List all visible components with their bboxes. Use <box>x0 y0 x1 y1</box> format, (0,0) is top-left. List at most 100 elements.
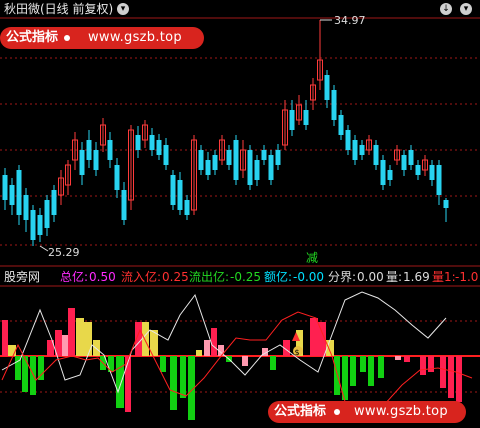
candle <box>156 134 162 160</box>
indicator-bar <box>160 356 166 372</box>
candle <box>443 198 449 222</box>
watermark-top: 公式指标 www.gszb.top <box>0 27 204 49</box>
candle <box>93 142 99 176</box>
svg-text:$: $ <box>295 348 300 357</box>
indicator-bar <box>334 356 340 395</box>
candle <box>275 144 281 170</box>
indicator-bar <box>142 322 149 356</box>
candle <box>282 100 288 150</box>
boundary-label: 分界: <box>328 270 357 284</box>
chart-canvas: 34.97 25.29 减 $ <box>0 14 480 420</box>
amount-label: 额亿: <box>264 270 293 284</box>
indicator-bar <box>420 356 426 375</box>
candle <box>310 78 316 110</box>
indicator-bar <box>448 356 454 398</box>
boundary-value: 0.00 <box>357 270 384 284</box>
candle <box>30 205 36 246</box>
indicator-bar <box>8 345 16 356</box>
candle <box>415 160 421 180</box>
low-price-label: 25.29 <box>48 246 80 259</box>
indicator-bar <box>428 356 434 372</box>
indicator-bar <box>440 356 446 388</box>
indicator-bar <box>22 356 28 392</box>
indicator-bar <box>30 356 36 395</box>
candle <box>58 170 64 205</box>
candle <box>114 158 120 198</box>
candle <box>142 120 148 148</box>
indicator-bar <box>310 318 318 356</box>
dot-icon <box>64 35 70 41</box>
volume1-value: -1.0 <box>455 270 479 284</box>
watermark-url: www.gszb.top <box>88 30 182 45</box>
candle <box>373 140 379 170</box>
candle <box>233 135 239 185</box>
outflow-label: 流出亿: <box>189 270 230 284</box>
candle <box>366 135 372 155</box>
candle <box>387 165 393 186</box>
candle <box>51 185 57 222</box>
high-price-label: 34.97 <box>334 14 366 27</box>
indicator-header: 股旁网 总亿: 0.50 流入亿: 0.25 流出亿: -0.25 额亿: -0… <box>0 268 480 286</box>
candle <box>128 125 134 210</box>
indicator-bar <box>211 328 217 356</box>
candle <box>212 150 218 175</box>
low-marker-line <box>39 245 49 252</box>
candle <box>261 145 267 165</box>
candle <box>79 142 85 185</box>
candle <box>9 178 15 215</box>
indicator-bar <box>350 356 356 386</box>
volume1-label: 量1: <box>432 270 456 284</box>
candle <box>408 145 414 170</box>
candle <box>331 85 337 126</box>
candle <box>289 100 295 136</box>
total-label: 总亿: <box>60 270 89 284</box>
candle <box>205 152 211 180</box>
candle <box>72 132 78 170</box>
candle <box>359 140 365 160</box>
indicator-name: 股旁网 <box>4 270 41 284</box>
indicator-bar <box>84 322 92 356</box>
candle <box>86 130 92 168</box>
candle <box>149 128 155 156</box>
candle <box>380 155 386 190</box>
indicator-bar <box>170 356 177 410</box>
candle <box>44 195 50 236</box>
candle <box>436 160 442 205</box>
watermark-label: 公式指标 <box>274 404 327 419</box>
inflow-value: 0.25 <box>162 270 189 284</box>
candle <box>422 155 428 176</box>
indicator-bar <box>395 356 401 360</box>
inflow-label: 流入亿: <box>121 270 162 284</box>
high-marker: 34.97 <box>320 14 366 27</box>
watermark-label: 公式指标 <box>6 30 59 45</box>
candle <box>184 195 190 220</box>
indicator-bar <box>204 340 210 356</box>
candle <box>23 188 29 232</box>
volume-label: 量: <box>386 270 403 284</box>
candle <box>191 135 197 215</box>
indicator-bar <box>62 335 69 356</box>
candle <box>198 145 204 175</box>
candle <box>37 208 43 242</box>
candle <box>226 145 232 170</box>
volume-value: 1.69 <box>403 270 430 284</box>
candle <box>352 135 358 165</box>
watermark-bottom: 公式指标 www.gszb.top <box>268 401 466 423</box>
indicator-bar <box>456 356 462 402</box>
low-marker: 25.29 <box>39 245 80 259</box>
candle <box>394 145 400 165</box>
indicator-bar <box>180 356 186 398</box>
candle <box>163 138 169 170</box>
candle <box>317 20 323 90</box>
candle <box>268 150 274 185</box>
total-value: 0.50 <box>89 270 116 284</box>
candle <box>338 110 344 140</box>
candle <box>65 160 71 195</box>
indicator-bar <box>2 320 8 356</box>
indicator-bar <box>242 356 248 366</box>
indicator-bar <box>76 318 84 356</box>
indicator-bar <box>93 340 100 356</box>
candle <box>107 132 113 168</box>
indicator-bar <box>368 356 374 386</box>
indicator-bar <box>378 356 384 378</box>
